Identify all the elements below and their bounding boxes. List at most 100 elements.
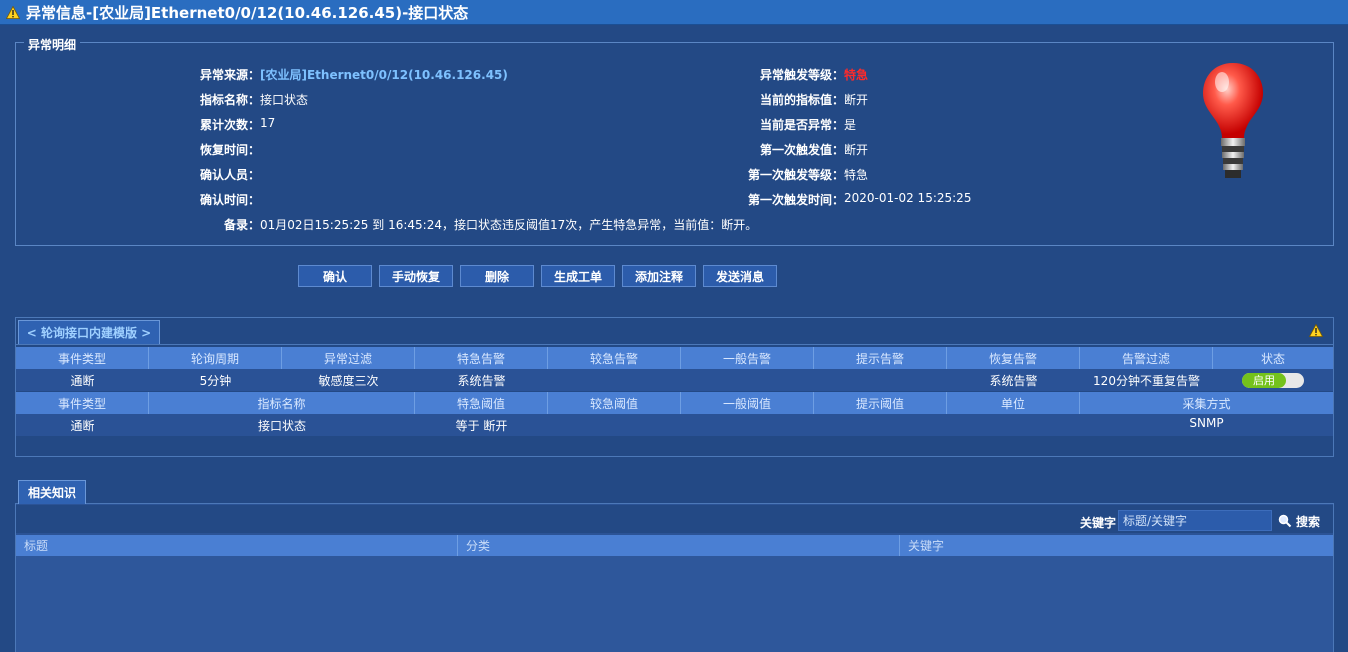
- field-value: 断开: [844, 143, 869, 157]
- table-cell: [548, 414, 681, 436]
- column-header: 较急阈值: [548, 392, 681, 414]
- window-title: 异常信息-[农业局]Ethernet0/0/12(10.46.126.45)-接…: [26, 3, 469, 22]
- create-ticket-button[interactable]: 生成工单: [541, 265, 615, 287]
- column-header: 单位: [947, 392, 1080, 414]
- field-label: 指标名称：: [199, 93, 260, 107]
- detail-row-first-time: 第一次触发时间： 2020-01-02 15:25:25: [700, 191, 971, 207]
- field-label: 第一次触发值：: [759, 143, 844, 157]
- detail-row-confirm-user: 确认人员：: [150, 166, 260, 182]
- column-header: 特急阈值: [415, 392, 548, 414]
- column-header: 关键字: [908, 539, 945, 553]
- field-label: 当前是否异常：: [759, 118, 844, 132]
- delete-button[interactable]: 删除: [460, 265, 534, 287]
- confirm-button[interactable]: 确认: [298, 265, 372, 287]
- column-header: 采集方式: [1182, 396, 1231, 411]
- trigger-level-value: 特急: [844, 68, 869, 82]
- field-value: 2020-01-02 15:25:25: [844, 191, 972, 205]
- field-value: 断开: [844, 93, 869, 107]
- search-icon: [1278, 514, 1292, 528]
- detail-row-recover-time: 恢复时间：: [150, 141, 260, 157]
- field-label: 第一次触发等级：: [747, 168, 844, 182]
- field-label: 当前的指标值：: [759, 93, 844, 107]
- table-row: 通断 5分钟 敏感度三次 系统告警 系统告警 120分钟不重复告警 启用: [16, 369, 1333, 391]
- table-cell: [681, 414, 814, 436]
- red-lightbulb-icon: [1203, 63, 1263, 178]
- detail-row-current-value: 当前的指标值： 断开: [700, 91, 868, 107]
- table-cell: 等于 断开: [455, 418, 508, 433]
- detail-row-first-level: 第一次触发等级： 特急: [700, 166, 868, 182]
- field-label: 确认人员：: [199, 168, 260, 182]
- column-header: 事件类型: [16, 392, 149, 414]
- column-header: 指标名称: [149, 392, 415, 414]
- column-header: 状态: [1260, 351, 1285, 366]
- template-panel-header: [15, 317, 1334, 345]
- column-header: 提示告警: [814, 347, 947, 369]
- field-label: 备录：: [223, 218, 260, 232]
- column-header: 一般阈值: [681, 392, 814, 414]
- knowledge-table-header: 标题 分类 关键字: [16, 535, 1333, 556]
- table-cell: SNMP: [1189, 416, 1224, 430]
- knowledge-table-body: [16, 556, 1333, 652]
- detail-row-trigger-level: 异常触发等级： 特急: [700, 66, 868, 82]
- column-header: 异常过滤: [282, 347, 415, 369]
- field-label: 异常来源：: [199, 68, 260, 82]
- column-header: 事件类型: [16, 347, 149, 369]
- warning-icon[interactable]: [1309, 324, 1323, 337]
- detail-row-note: 备录： 01月02日15:25:25 到 16:45:24，接口状态违反阈值17…: [150, 216, 757, 232]
- column-header: 分类: [458, 535, 900, 556]
- add-comment-button[interactable]: 添加注释: [622, 265, 696, 287]
- detail-row-is-abnormal: 当前是否异常： 是: [700, 116, 856, 132]
- column-header: 较急告警: [548, 347, 681, 369]
- column-header: 标题: [16, 535, 458, 556]
- detail-row-confirm-time: 确认时间：: [150, 191, 260, 207]
- table-cell: [947, 414, 1080, 436]
- field-label: 累计次数：: [199, 118, 260, 132]
- table-cell: 120分钟不重复告警: [1093, 373, 1200, 388]
- status-cell: 启用: [1213, 369, 1333, 391]
- detail-legend: 异常明细: [24, 36, 81, 53]
- field-label: 第一次触发时间：: [747, 193, 844, 207]
- field-label: 确认时间：: [199, 193, 260, 207]
- table-cell: [814, 414, 947, 436]
- field-label: 异常触发等级：: [759, 68, 844, 82]
- search-button[interactable]: 搜索: [1278, 512, 1320, 530]
- column-header: 一般告警: [681, 347, 814, 369]
- field-value: 接口状态: [260, 93, 309, 107]
- knowledge-panel-header: [15, 478, 1334, 504]
- table-cell: 接口状态: [257, 418, 306, 433]
- send-message-button[interactable]: 发送消息: [703, 265, 777, 287]
- alarm-table-header: 事件类型 轮询周期 异常过滤 特急告警 较急告警 一般告警 提示告警 恢复告警 …: [16, 347, 1333, 369]
- detail-row-count: 累计次数： 17: [150, 116, 275, 132]
- tab-template[interactable]: < 轮询接口内建模版 >: [18, 320, 160, 344]
- table-cell: [548, 369, 681, 391]
- source-link[interactable]: [农业局]Ethernet0/0/12(10.46.126.45): [260, 66, 508, 82]
- table-cell: 系统告警: [457, 373, 506, 388]
- warning-icon: [6, 5, 20, 19]
- column-header: 提示阈值: [814, 392, 947, 414]
- tab-knowledge[interactable]: 相关知识: [18, 480, 86, 504]
- table-cell: [681, 369, 814, 391]
- detail-row-first-value: 第一次触发值： 断开: [700, 141, 868, 157]
- table-cell: 通断: [70, 418, 95, 433]
- column-header: 告警过滤: [1080, 347, 1213, 369]
- detail-row-metric-name: 指标名称： 接口状态: [150, 91, 308, 107]
- keyword-label: 关键字: [1080, 516, 1117, 530]
- table-cell: 5分钟: [199, 373, 232, 388]
- table-cell: 通断: [70, 373, 95, 388]
- manual-recover-button[interactable]: 手动恢复: [379, 265, 453, 287]
- note-value: 01月02日15:25:25 到 16:45:24，接口状态违反阈值17次，产生…: [260, 218, 758, 232]
- keyword-search-input[interactable]: [1118, 510, 1272, 531]
- detail-row-source: 异常来源： [农业局]Ethernet0/0/12(10.46.126.45): [150, 66, 508, 82]
- table-cell: 系统告警: [989, 373, 1038, 388]
- column-header: 轮询周期: [149, 347, 282, 369]
- table-cell: [814, 369, 947, 391]
- table-cell: 敏感度三次: [318, 373, 379, 388]
- status-toggle[interactable]: 启用: [1242, 372, 1304, 388]
- toggle-on-label: 启用: [1242, 372, 1286, 388]
- search-button-label: 搜索: [1296, 514, 1321, 529]
- threshold-table-header: 事件类型 指标名称 特急阈值 较急阈值 一般阈值 提示阈值 单位 采集方式: [16, 392, 1333, 414]
- field-label: 恢复时间：: [199, 143, 260, 157]
- window-titlebar: 异常信息-[农业局]Ethernet0/0/12(10.46.126.45)-接…: [0, 0, 1348, 25]
- table-row: 通断 接口状态 等于 断开 SNMP: [16, 414, 1333, 436]
- column-header: 特急告警: [415, 347, 548, 369]
